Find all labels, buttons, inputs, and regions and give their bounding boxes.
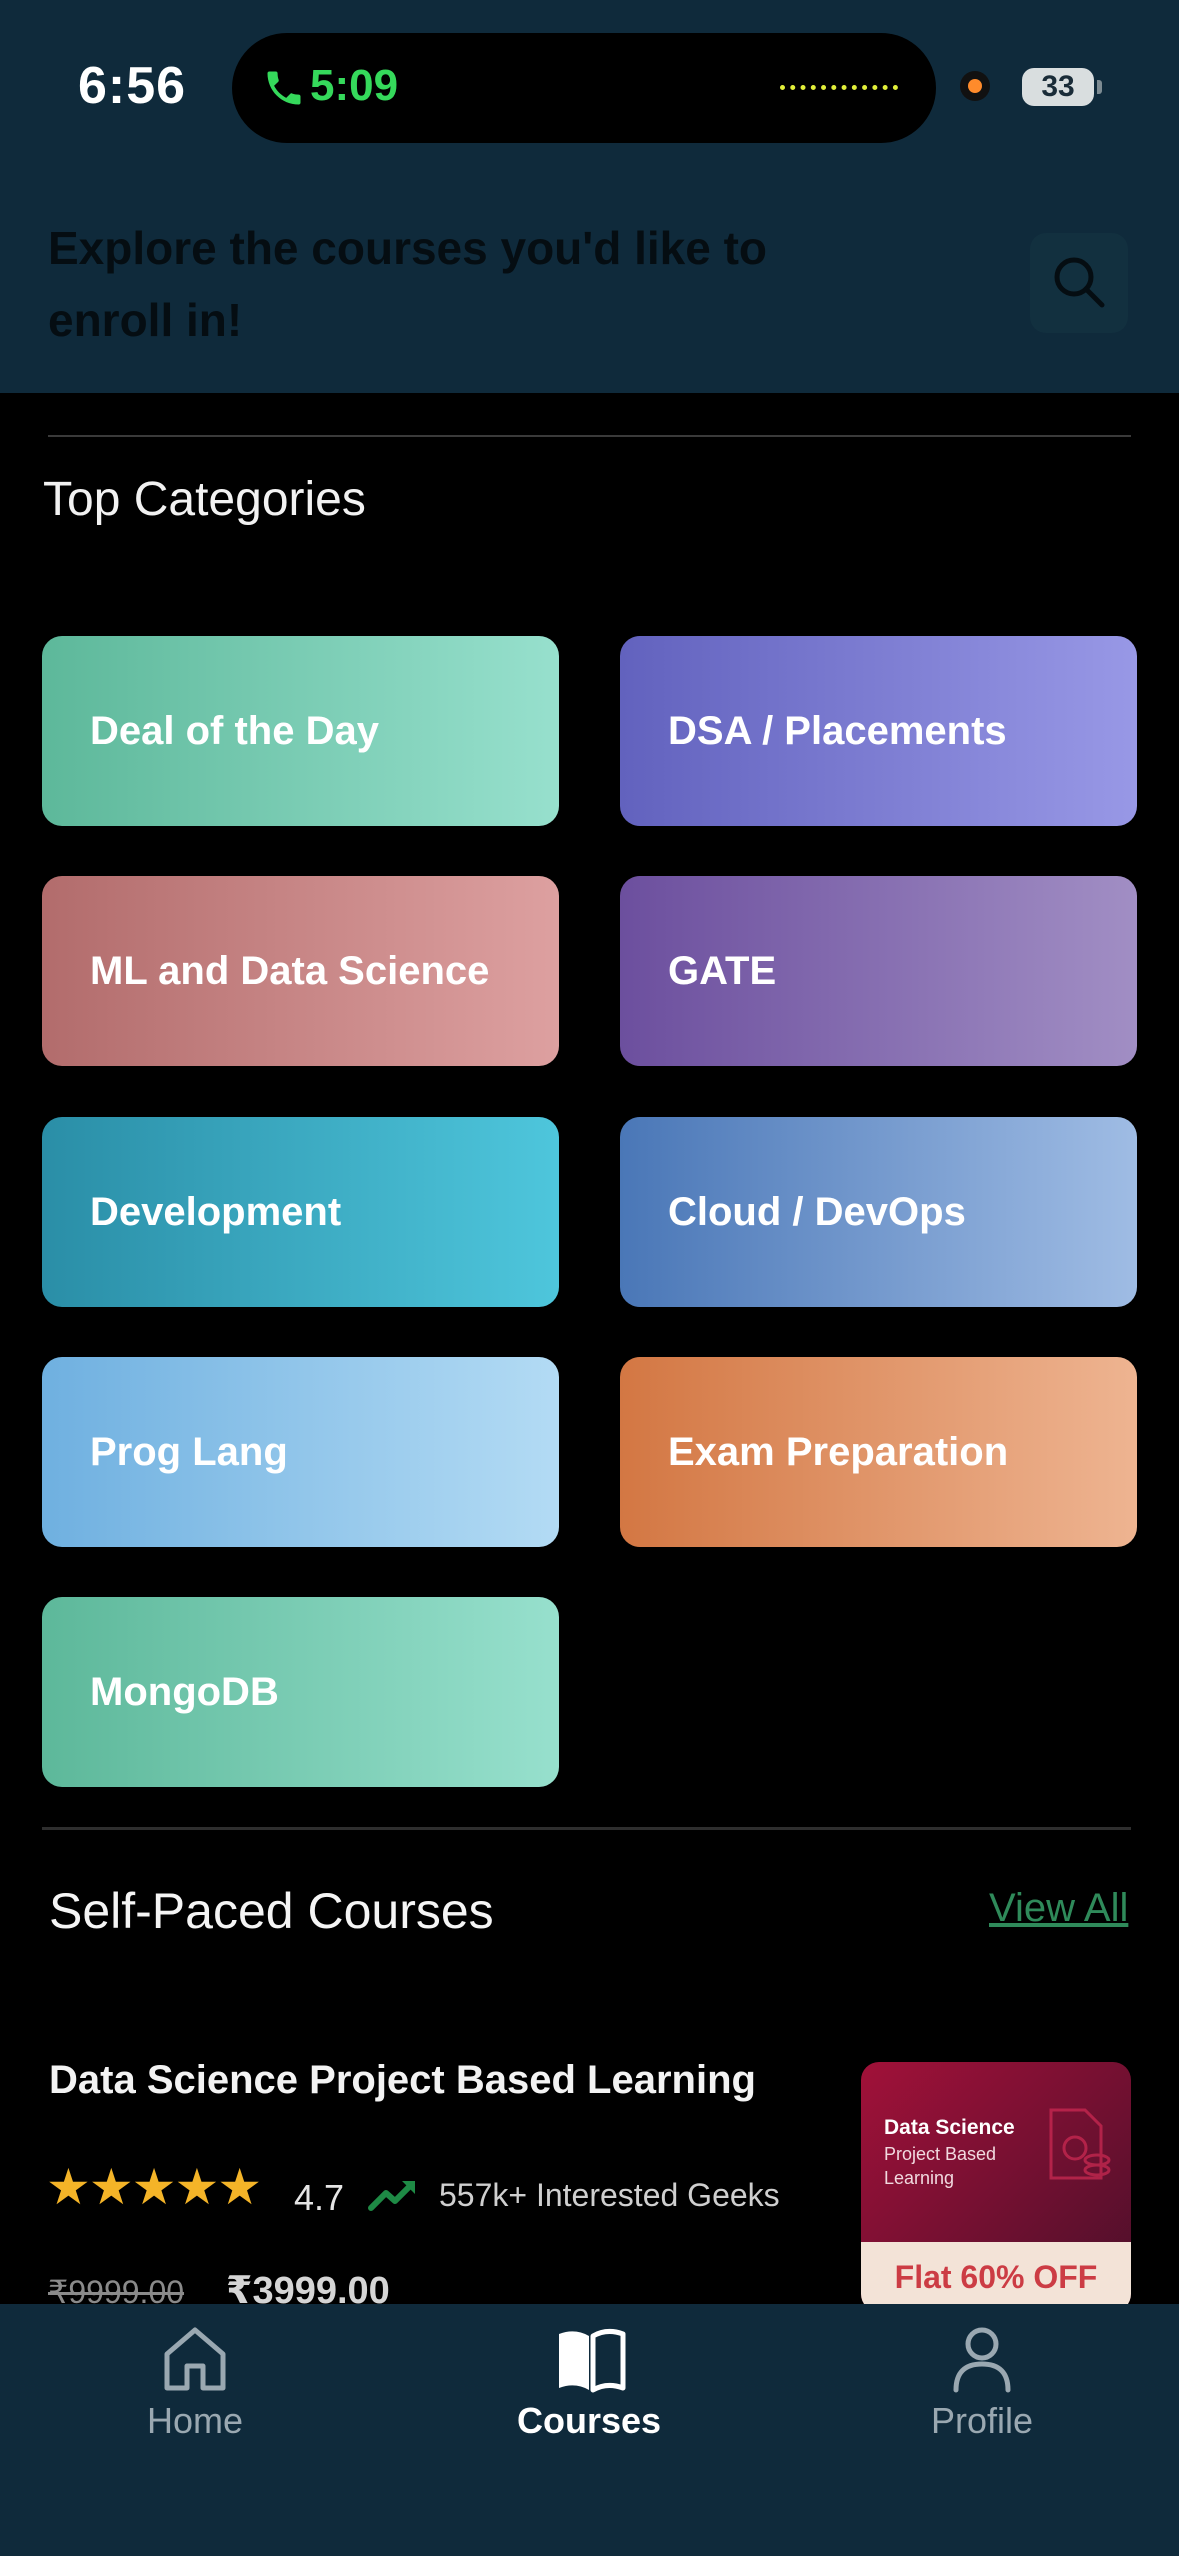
status-bar: 6:56 5:09 33	[0, 0, 1179, 170]
category-development[interactable]: Development	[42, 1117, 559, 1307]
top-header: 6:56 5:09 33 Explore the courses you'd l…	[0, 0, 1179, 393]
category-mongodb[interactable]: MongoDB	[42, 1597, 559, 1787]
recording-indicator-icon	[960, 71, 990, 101]
category-label: Prog Lang	[90, 1430, 288, 1474]
home-icon	[164, 2327, 226, 2391]
search-button[interactable]	[1030, 233, 1128, 333]
battery-icon: 33	[1022, 68, 1094, 106]
divider	[48, 435, 1131, 437]
view-all-link[interactable]: View All	[989, 1886, 1128, 1931]
page-title: Explore the courses you'd like to enroll…	[48, 222, 768, 346]
search-icon	[1054, 257, 1105, 308]
category-prog-lang[interactable]: Prog Lang	[42, 1357, 559, 1547]
category-ml-data-science[interactable]: ML and Data Science	[42, 876, 559, 1066]
audio-waveform-icon	[780, 85, 898, 91]
category-label: Cloud / DevOps	[668, 1190, 966, 1234]
category-dsa-placements[interactable]: DSA / Placements	[620, 636, 1137, 826]
top-categories-title: Top Categories	[43, 473, 366, 526]
phone-icon	[267, 71, 301, 105]
book-icon	[559, 2328, 626, 2393]
category-gate[interactable]: GATE	[620, 876, 1137, 1066]
nav-label: Home	[146, 2400, 244, 2441]
category-exam-preparation[interactable]: Exam Preparation	[620, 1357, 1137, 1547]
thumbnail-title: Data Science	[884, 2116, 1015, 2139]
category-label: DSA / Placements	[668, 709, 1007, 753]
bottom-navigation: Home Courses Profile	[0, 2304, 1179, 2556]
category-label: ML and Data Science	[90, 949, 490, 993]
category-label: Deal of the Day	[90, 709, 379, 753]
trending-up-icon	[368, 2181, 415, 2211]
category-label: Development	[90, 1190, 342, 1234]
nav-profile[interactable]: Profile	[852, 2304, 1112, 2464]
person-icon	[953, 2327, 1011, 2393]
star-rating-icon: ★★★★★	[46, 2159, 262, 2215]
nav-label: Courses	[516, 2400, 662, 2441]
thumbnail-subtitle: Project Based Learning	[884, 2144, 997, 2188]
nav-courses[interactable]: Courses	[459, 2304, 719, 2464]
category-cloud-devops[interactable]: Cloud / DevOps	[620, 1117, 1137, 1307]
category-label: Exam Preparation	[668, 1430, 1009, 1474]
nav-label: Profile	[930, 2400, 1034, 2441]
divider	[42, 1827, 1131, 1830]
interested-count: 557k+ Interested Geeks	[439, 2177, 780, 2213]
clock: 6:56	[78, 57, 187, 115]
discount-badge: Flat 60% OFF	[861, 2242, 1131, 2312]
nav-home[interactable]: Home	[65, 2304, 325, 2464]
call-timer: 5:09	[310, 61, 399, 110]
category-label: GATE	[668, 949, 777, 993]
battery-tip	[1097, 80, 1102, 94]
rating-value: 4.7	[294, 2177, 345, 2218]
course-title[interactable]: Data Science Project Based Learning	[49, 2058, 849, 2103]
document-gear-icon	[1049, 2108, 1111, 2180]
category-label: MongoDB	[90, 1670, 279, 1714]
dynamic-island[interactable]: 5:09	[232, 33, 936, 143]
category-deal-of-the-day[interactable]: Deal of the Day	[42, 636, 559, 826]
course-thumbnail[interactable]: Data Science Project Based Learning Flat…	[861, 2062, 1131, 2312]
self-paced-title: Self-Paced Courses	[49, 1883, 494, 1939]
